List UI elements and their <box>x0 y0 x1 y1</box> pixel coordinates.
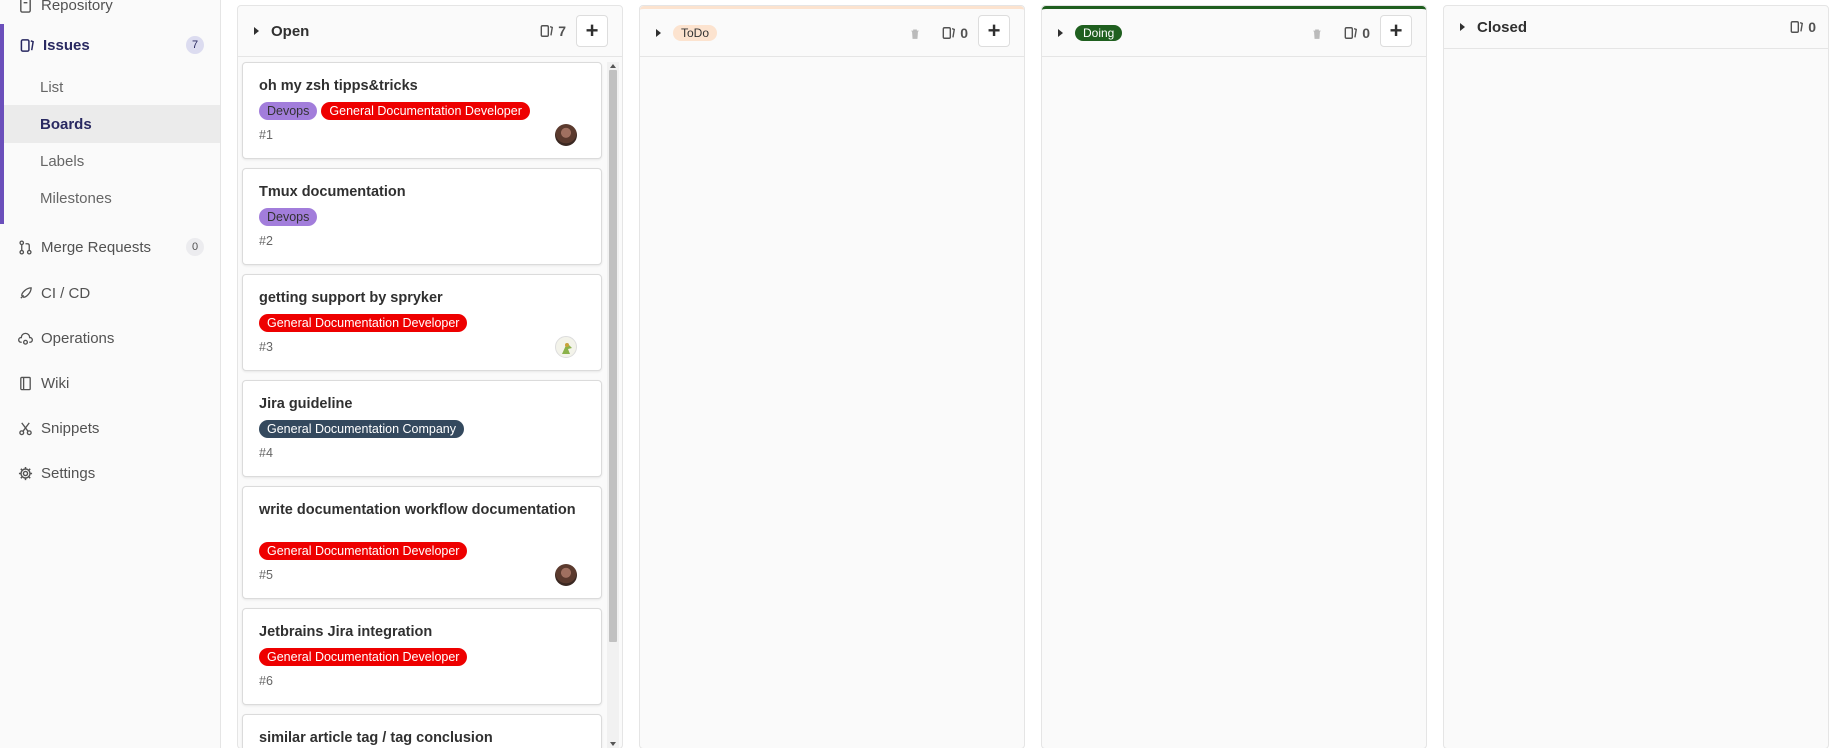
issues-icon <box>1790 21 1804 33</box>
issue-card[interactable]: Jira guideline General Documentation Com… <box>242 380 602 477</box>
issue-number: #6 <box>259 674 273 688</box>
merge-requests-count-badge: 0 <box>186 238 204 256</box>
list-title: Closed <box>1477 18 1528 36</box>
issue-count: 0 <box>1344 25 1370 41</box>
board-list-todo: ToDo 0 + <box>639 5 1025 748</box>
board-list-closed: Closed 0 <box>1443 5 1829 748</box>
scroll-up-arrow-icon[interactable] <box>610 64 616 68</box>
sidebar-item-label: CI / CD <box>41 284 91 302</box>
issue-card[interactable]: Tmux documentation Devops #2 <box>242 168 602 265</box>
issues-icon <box>540 25 554 37</box>
issue-title[interactable]: getting support by spryker <box>259 290 581 306</box>
collapse-caret-icon[interactable] <box>254 27 259 35</box>
issue-number: #4 <box>259 446 273 460</box>
cloud-gear-icon <box>17 330 33 346</box>
scissors-icon <box>17 420 33 436</box>
issues-icon <box>1344 26 1358 39</box>
sidebar-item-label: Snippets <box>41 419 100 437</box>
label-devops[interactable]: Devops <box>259 208 318 226</box>
issue-title[interactable]: write documentation workflow documentati… <box>259 502 581 518</box>
board-list-doing: Doing 0 + <box>1041 5 1427 748</box>
issue-card[interactable]: oh my zsh tipps&tricks Devops General Do… <box>242 62 602 159</box>
sidebar-subitem-boards[interactable]: Boards <box>40 107 92 141</box>
sidebar-subitem-labels[interactable]: Labels <box>40 144 84 178</box>
list-label-pill: ToDo <box>673 24 718 41</box>
trash-icon[interactable] <box>908 27 922 41</box>
scroll-thumb[interactable] <box>609 70 617 642</box>
sidebar-item-label: Issues <box>43 36 90 54</box>
sidebar-item-ci-cd[interactable]: CI / CD <box>0 274 220 312</box>
issue-count-value: 7 <box>558 23 566 39</box>
issues-icon <box>942 26 956 39</box>
add-issue-button[interactable]: + <box>978 15 1010 47</box>
issues-count-badge: 7 <box>186 36 204 54</box>
label-general-documentation-developer[interactable]: General Documentation Developer <box>321 102 530 120</box>
issue-count-value: 0 <box>960 24 968 41</box>
trash-icon[interactable] <box>1310 27 1324 41</box>
sidebar-item-merge-requests[interactable]: Merge Requests 0 <box>0 228 220 266</box>
issue-card[interactable]: write documentation workflow documentati… <box>242 486 602 599</box>
sidebar-item-repository[interactable]: Repository <box>0 0 220 24</box>
sidebar-item-label: Merge Requests <box>41 238 152 256</box>
sidebar-subitem-milestones[interactable]: Milestones <box>40 181 112 215</box>
issue-number: #3 <box>259 340 273 354</box>
issue-count-value: 0 <box>1362 24 1370 41</box>
assignee-avatar[interactable] <box>555 124 577 146</box>
list-header-todo: ToDo 0 + <box>640 6 1024 57</box>
sidebar-item-label: Repository <box>41 0 113 14</box>
issue-title[interactable]: Jetbrains Jira integration <box>259 624 581 640</box>
rocket-icon <box>17 285 33 301</box>
label-general-documentation-company[interactable]: General Documentation Company <box>259 420 464 438</box>
issue-card[interactable]: getting support by spryker General Docum… <box>242 274 602 371</box>
sidebar: Repository Issues 7 List Boards Labels M… <box>0 0 221 748</box>
issue-title[interactable]: similar article tag / tag conclusion <box>259 730 581 746</box>
label-general-documentation-developer[interactable]: General Documentation Developer <box>259 542 468 560</box>
repository-icon <box>17 0 33 13</box>
sidebar-item-settings[interactable]: Settings <box>0 454 220 492</box>
collapse-caret-icon[interactable] <box>1058 28 1063 37</box>
scroll-down-arrow-icon[interactable] <box>610 742 616 746</box>
issue-card[interactable]: similar article tag / tag conclusion <box>242 714 602 748</box>
sidebar-item-issues[interactable]: Issues 7 <box>0 26 220 64</box>
list-label-pill: Doing <box>1075 24 1123 41</box>
sidebar-subitem-list[interactable]: List <box>40 70 63 104</box>
label-devops[interactable]: Devops <box>259 102 318 120</box>
label-general-documentation-developer[interactable]: General Documentation Developer <box>259 648 468 666</box>
sidebar-item-snippets[interactable]: Snippets <box>0 409 220 447</box>
list-header-open: Open 7 + <box>238 6 622 57</box>
label-general-documentation-developer[interactable]: General Documentation Developer <box>259 314 468 332</box>
issue-count-value: 0 <box>1808 19 1816 35</box>
sidebar-item-operations[interactable]: Operations <box>0 319 220 357</box>
sidebar-item-label: Wiki <box>41 374 70 392</box>
issue-count: 0 <box>942 25 968 41</box>
issue-number: #5 <box>259 568 273 582</box>
issue-count: 0 <box>1790 19 1816 35</box>
collapse-caret-icon[interactable] <box>656 28 661 37</box>
issue-title[interactable]: Jira guideline <box>259 396 581 412</box>
issue-title[interactable]: oh my zsh tipps&tricks <box>259 78 581 94</box>
list-title: Open <box>271 22 310 40</box>
issue-title[interactable]: Tmux documentation <box>259 184 581 200</box>
list-header-closed: Closed 0 <box>1444 6 1828 49</box>
assignee-avatar[interactable] <box>555 564 577 586</box>
issue-number: #1 <box>259 128 273 142</box>
sidebar-item-label: Settings <box>41 464 96 482</box>
issues-icon <box>19 37 35 53</box>
gear-icon <box>17 465 33 481</box>
book-icon <box>17 375 33 391</box>
boards-active-background <box>4 105 220 143</box>
sidebar-item-wiki[interactable]: Wiki <box>0 364 220 402</box>
list-header-doing: Doing 0 + <box>1042 6 1426 57</box>
issue-count: 7 <box>540 23 566 39</box>
open-list-scrollbar[interactable] <box>607 62 619 748</box>
assignee-avatar[interactable] <box>555 336 577 358</box>
collapse-caret-icon[interactable] <box>1460 23 1465 31</box>
sidebar-item-label: Operations <box>41 329 115 347</box>
add-issue-button[interactable]: + <box>1380 15 1412 47</box>
issue-card[interactable]: Jetbrains Jira integration General Docum… <box>242 608 602 705</box>
add-issue-button[interactable]: + <box>576 15 608 47</box>
issue-number: #2 <box>259 234 273 248</box>
merge-request-icon <box>17 239 33 255</box>
